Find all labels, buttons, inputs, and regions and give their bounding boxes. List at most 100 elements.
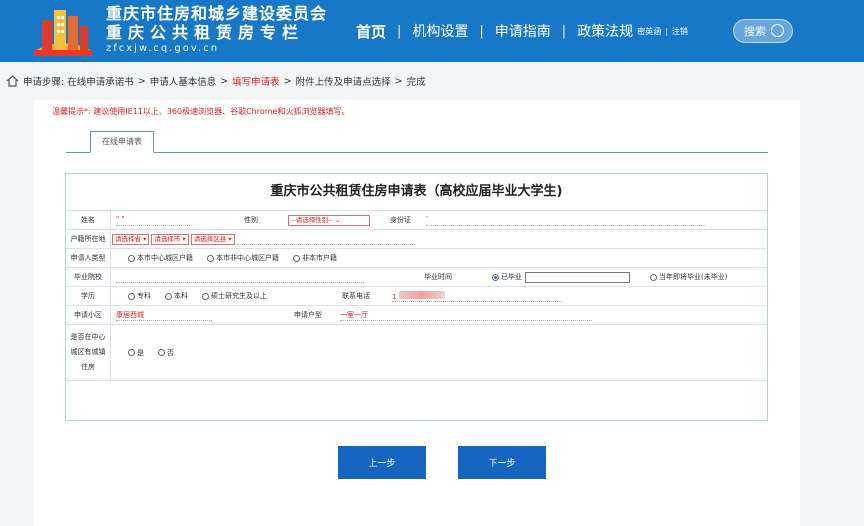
city-select[interactable]: 请选择市 ▾: [151, 233, 189, 245]
id-field[interactable]: ': [426, 211, 726, 229]
radio-not-graduated[interactable]: 当年即将毕业(未毕业): [650, 272, 727, 282]
owns-house-label-line3: 住房: [81, 363, 95, 371]
school-label: 毕业院校: [66, 268, 111, 286]
form-title: 重庆市公共租赁住房申请表（高校应届毕业大学生): [270, 184, 563, 199]
radio-label: 当年即将毕业(未毕业): [659, 273, 728, 281]
user-name-link[interactable]: 密英涵: [637, 26, 661, 37]
gender-select[interactable]: --请选择性别-- ⌄: [288, 211, 372, 229]
breadcrumb-step-5: 完成: [406, 77, 426, 88]
breadcrumb-step-3: 填写申请表: [232, 77, 280, 88]
city-select-value: 请选择市: [154, 234, 181, 243]
house-type-field[interactable]: 一室一厅: [340, 306, 600, 324]
grad-time-label: 毕业时间: [424, 273, 452, 281]
site-header: 重庆市住房和城乡建设委员会 重庆公共租赁房专栏 zfcxjw.cq.gov.cn…: [0, 0, 864, 62]
household-label: 户籍所在地: [66, 230, 111, 248]
radio-no[interactable]: 否: [158, 348, 174, 358]
owns-house-options: 是 否: [128, 325, 248, 380]
site-title-line1: 重庆市住房和城乡建设委员会: [106, 4, 328, 23]
gender-select-box[interactable]: --请选择性别-- ⌄: [288, 214, 370, 226]
phone-visible-digits: 1: [392, 292, 397, 301]
breadcrumb-step-2: 申请人基本信息: [149, 77, 217, 88]
province-select-value: 请选择省: [115, 234, 141, 243]
owns-house-label: 是否在中心 城区有城镇 住房: [66, 325, 111, 380]
radio-junior-college[interactable]: 专科: [128, 291, 151, 301]
form-row-education: 学历 专科 本科 硕士研究生及以上 联系电话 1: [66, 286, 767, 305]
browser-tip: 温馨提示*: 建议使用IE11以上、360极速浏览器、谷歌Chrome和火狐浏览…: [52, 107, 350, 116]
site-domain: zfcxjw.cq.gov.cn: [106, 43, 220, 54]
form-row-community: 申请小区 康居西城 申请户型 一室一厅: [66, 305, 767, 324]
logout-link[interactable]: 注销: [672, 26, 688, 37]
household-selects: 请选择省 ▾ 请选择市 ▾ 请选择区县 ▾: [112, 230, 432, 248]
form-row-school: 毕业院校 毕业时间 已毕业 当年即将毕业(未毕业): [66, 267, 767, 286]
name-label: 姓名: [66, 211, 111, 229]
radio-label: 本市非中心城区户籍: [216, 254, 279, 262]
school-field[interactable]: [116, 268, 376, 286]
nav-organization[interactable]: 机构设置: [412, 21, 468, 41]
household-address-field[interactable]: [236, 234, 415, 245]
home-icon: [6, 75, 19, 87]
district-select-value: 请选择区县: [193, 234, 227, 243]
radio-label: 硕士研究生及以上: [211, 292, 267, 300]
province-select[interactable]: 请选择省 ▾: [112, 233, 150, 245]
nav-policy[interactable]: 政策法规: [577, 21, 633, 41]
radio-label: 非本市户籍: [302, 254, 337, 262]
nav-separator: |: [479, 23, 484, 39]
grad-date-input[interactable]: [525, 271, 630, 283]
breadcrumb-separator: >: [220, 75, 229, 87]
search-button[interactable]: 搜索: [733, 19, 793, 43]
nav-separator: |: [665, 26, 668, 36]
breadcrumb-step-1: 在线申请承诺书: [67, 77, 134, 88]
name-field[interactable]: " ": [116, 211, 226, 229]
nav-guide[interactable]: 申请指南: [495, 21, 551, 41]
radio-label: 专科: [137, 292, 151, 300]
radio-yes[interactable]: 是: [128, 348, 144, 358]
community-label: 申请小区: [66, 306, 111, 324]
radio-non-central-household[interactable]: 本市非中心城区户籍: [207, 253, 279, 263]
redacted-blur: [398, 290, 445, 299]
chevron-down-icon: ⌄: [334, 215, 341, 224]
nav-home[interactable]: 首页: [356, 21, 386, 42]
main-nav: 首页 | 机构设置 | 申请指南 | 政策法规 密英涵 | 注销: [356, 0, 688, 62]
radio-circle-icon: [202, 292, 209, 300]
breadcrumb-step-4: 附件上传及申请点选择: [295, 77, 391, 88]
tab-online-form[interactable]: 在线申请表: [90, 131, 154, 153]
applicant-type-label: 申请人类型: [66, 249, 111, 267]
radio-master[interactable]: 硕士研究生及以上: [202, 291, 267, 301]
phone-label: 联系电话: [342, 292, 370, 300]
form-row-owns-house: 是否在中心 城区有城镇 住房 是 否: [66, 324, 767, 380]
name-value: " ": [116, 215, 192, 226]
education-options: 专科 本科 硕士研究生及以上: [128, 287, 338, 305]
community-field[interactable]: 康居西城: [116, 306, 226, 324]
education-label: 学历: [66, 287, 111, 305]
application-form: 重庆市公共租赁住房申请表（高校应届毕业大学生) 姓名 " " 性别 --请选择性…: [65, 173, 768, 421]
breadcrumb-prefix: 申请步骤:: [23, 77, 65, 88]
radio-circle-icon: [128, 349, 135, 356]
radio-graduated[interactable]: 已毕业: [492, 272, 522, 282]
tab-bar-line: [66, 152, 768, 153]
radio-central-household[interactable]: 本市中心城区户籍: [128, 253, 193, 263]
breadcrumb-separator: >: [394, 75, 403, 87]
radio-label: 否: [167, 348, 174, 357]
owns-house-label-line1: 是否在中心: [70, 333, 106, 341]
id-label: 身份证: [390, 216, 411, 224]
radio-circle-icon: [293, 254, 300, 262]
radio-label: 是: [137, 348, 144, 357]
site-title: 重庆市住房和城乡建设委员会 重庆公共租赁房专栏 zfcxjw.cq.gov.cn: [106, 5, 327, 55]
prev-step-button[interactable]: 上一步: [338, 446, 426, 479]
phone-field[interactable]: 1: [392, 287, 572, 305]
grad-graduated-option: 已毕业: [492, 268, 642, 286]
radio-non-local-household[interactable]: 非本市户籍: [293, 253, 337, 263]
form-grid: 姓名 " " 性别 --请选择性别-- ⌄ 身份证 ' 户籍所在地 请选择省 ▾: [66, 210, 767, 381]
next-step-button[interactable]: 下一步: [458, 446, 546, 479]
applicant-type-options: 本市中心城区户籍 本市非中心城区户籍 非本市户籍: [128, 249, 528, 267]
radio-bachelor[interactable]: 本科: [165, 291, 188, 301]
radio-circle-icon: [165, 292, 172, 300]
form-row-applicant-type: 申请人类型 本市中心城区户籍 本市非中心城区户籍 非本市户籍: [66, 248, 767, 267]
content-card: 温馨提示*: 建议使用IE11以上、360极速浏览器、谷歌Chrome和火狐浏览…: [34, 100, 800, 526]
owns-house-label-line2: 城区有城镇: [70, 348, 106, 356]
gender-select-value: --请选择性别--: [291, 215, 333, 224]
district-select[interactable]: 请选择区县 ▾: [190, 233, 235, 245]
radio-circle-icon: [650, 273, 657, 281]
form-row-name: 姓名 " " 性别 --请选择性别-- ⌄ 身份证 ': [66, 210, 767, 229]
form-row-household: 户籍所在地 请选择省 ▾ 请选择市 ▾ 请选择区县 ▾: [66, 229, 767, 248]
